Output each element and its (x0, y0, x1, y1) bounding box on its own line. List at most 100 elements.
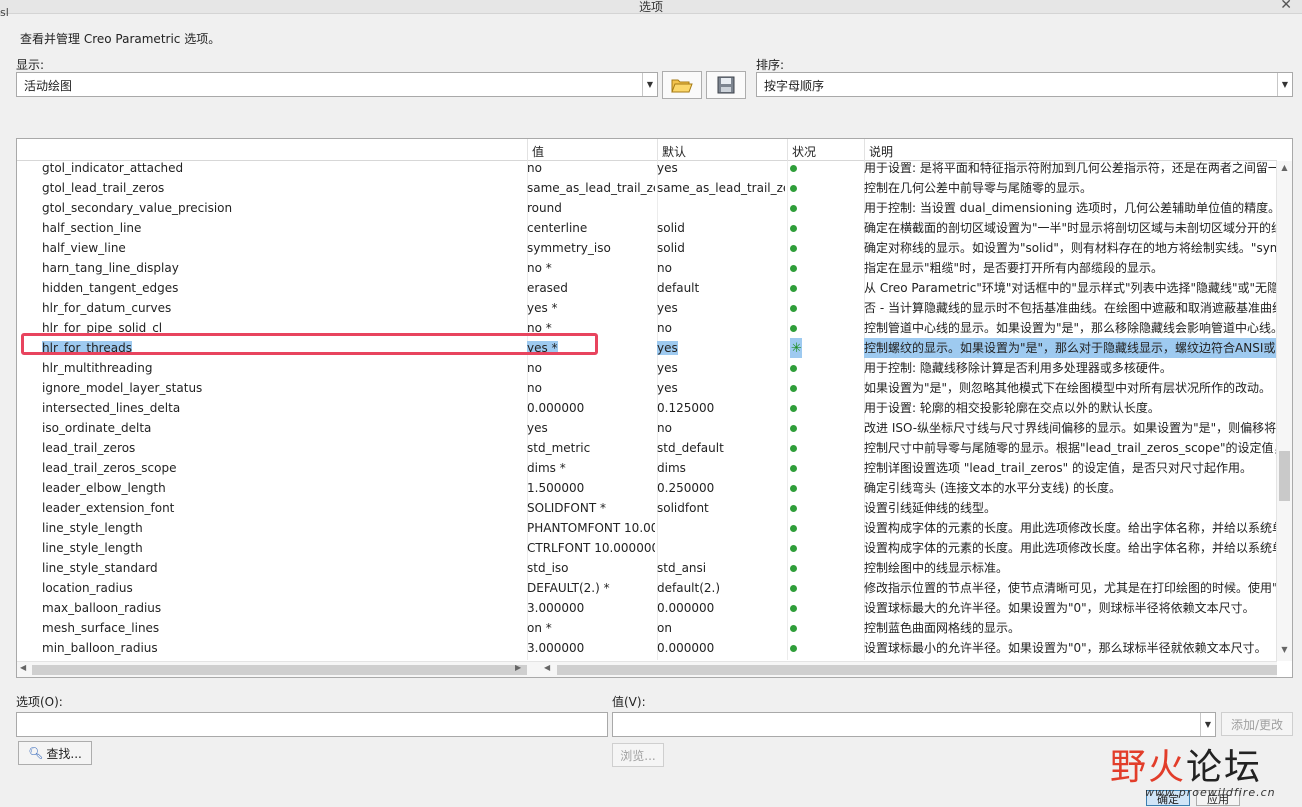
option-value-cell: DEFAULT(2.) * (527, 578, 655, 598)
option-default-cell (657, 198, 785, 218)
status-changed-icon: ✳ (791, 341, 802, 356)
table-row[interactable]: gtol_secondary_value_precision round 用于控制:… (17, 198, 1277, 218)
option-value-cell-text: no * (527, 321, 552, 335)
close-icon[interactable]: ✕ (1280, 0, 1292, 13)
option-description-cell: 用于设置: 是将平面和特征指示符附加到几何公差指示符，还是在两者之间留一 (864, 158, 1277, 178)
table-row[interactable]: harn_tang_line_display no * no 指定在显示"粗缆"时，是… (17, 258, 1277, 278)
option-name-cell: half_section_line (42, 218, 527, 238)
option-name-cell-text: half_view_line (42, 241, 126, 255)
option-value-cell: round (527, 198, 655, 218)
option-value-cell-text: yes * (527, 341, 558, 355)
table-row[interactable]: hlr_multithreading no yes 用于控制: 隐藏线移除计算是否利用… (17, 358, 1277, 378)
option-status-cell (787, 498, 859, 518)
status-dot-icon (790, 505, 797, 512)
browse-button[interactable]: 浏览... (612, 743, 664, 767)
scroll-thumb[interactable] (1279, 451, 1290, 501)
value-combo[interactable]: ▼ (612, 712, 1216, 737)
option-default-cell-text: on (657, 621, 672, 635)
table-row[interactable]: line_style_standard std_iso std_ansi 控制绘图中的… (17, 558, 1277, 578)
add-change-button[interactable]: 添加/更改 (1221, 712, 1293, 736)
option-default-cell-text: yes (657, 341, 678, 355)
scroll-thumb-left[interactable] (32, 665, 527, 675)
option-default-cell: yes (657, 298, 785, 318)
option-name-cell: lead_trail_zeros (42, 438, 527, 458)
option-default-cell-text: 0.125000 (657, 401, 715, 415)
table-row[interactable]: lead_trail_zeros std_metric std_default 控制尺… (17, 438, 1277, 458)
chevron-down-icon[interactable]: ▼ (642, 73, 657, 96)
option-description-cell: 设置球标最大的允许半径。如果设置为"0"，则球标半径将依赖文本尺寸。 (864, 598, 1277, 618)
table-row[interactable]: leader_elbow_length 1.500000 0.250000 确定引线弯… (17, 478, 1277, 498)
display-combo[interactable]: 活动绘图 ▼ (16, 72, 658, 97)
table-row[interactable]: leader_extension_font SOLIDFONT * solidfon… (17, 498, 1277, 518)
option-value-cell: on * (527, 618, 655, 638)
status-dot-icon (790, 385, 797, 392)
table-row[interactable]: line_style_length PHANTOMFONT 10.000000 设置… (17, 518, 1277, 538)
status-dot-icon (790, 365, 797, 372)
option-default-cell: 0.125000 (657, 398, 785, 418)
option-status-cell (787, 318, 859, 338)
table-row[interactable]: min_balloon_radius 3.000000 0.000000 设置球标最小… (17, 638, 1277, 658)
option-value-cell-text: centerline (527, 221, 588, 235)
table-row[interactable]: half_section_line centerline solid 确定在横截面的剖… (17, 218, 1277, 238)
chevron-down-icon[interactable]: ▼ (1277, 73, 1292, 96)
option-default-cell: default (657, 278, 785, 298)
table-row[interactable]: mesh_surface_lines on * on 控制蓝色曲面网格线的显示。 (17, 618, 1277, 638)
option-description-cell: 确定在横截面的剖切区域设置为"一半"时显示将剖切区域与未剖切区域分开的线 (864, 218, 1277, 238)
option-default-cell-text: std_default (657, 441, 724, 455)
horizontal-scrollbar[interactable]: ◀ ▶ ◀ (17, 661, 1277, 677)
table-row[interactable]: iso_ordinate_delta yes no 改进 ISO-纵坐标尺寸线与尺寸界… (17, 418, 1277, 438)
table-row[interactable]: hlr_for_datum_curves yes * yes 否 - 当计算隐藏线的显… (17, 298, 1277, 318)
table-row[interactable]: intersected_lines_delta 0.000000 0.125000 用… (17, 398, 1277, 418)
option-status-cell (787, 238, 859, 258)
option-default-cell-text: 0.250000 (657, 481, 715, 495)
option-status-cell (787, 458, 859, 478)
option-value-cell-text: std_metric (527, 441, 591, 455)
table-row[interactable]: gtol_lead_trail_zeros same_as_lead_trail_… (17, 178, 1277, 198)
option-status-cell (787, 518, 859, 538)
option-value-cell: std_iso (527, 558, 655, 578)
table-row[interactable]: ignore_model_layer_status no yes 如果设置为"是"，则… (17, 378, 1277, 398)
option-default-cell-text: same_as_lead_trail_zeros (657, 181, 785, 195)
find-button[interactable]: 🔍︎ 查找... (18, 741, 92, 765)
table-row[interactable]: hlr_for_threads yes * yes ✳ 控制螺纹的显示。如果设置为"是"… (17, 338, 1277, 358)
table-row[interactable]: gtol_indicator_attached no yes 用于设置: 是将平面和特… (17, 158, 1277, 178)
folder-open-icon (671, 79, 693, 93)
vertical-scrollbar[interactable]: ▲ ▼ (1276, 161, 1292, 661)
table-row[interactable]: line_style_length CTRLFONT 10.000000 * 设置构… (17, 538, 1277, 558)
scroll-left-icon[interactable]: ◀ (544, 663, 550, 672)
option-value-cell-text: std_iso (527, 561, 569, 575)
sort-combo[interactable]: 按字母顺序 ▼ (756, 72, 1293, 97)
option-value-cell-text: 3.000000 (527, 601, 585, 615)
table-row[interactable]: max_balloon_radius 3.000000 0.000000 设置球标最大… (17, 598, 1277, 618)
option-default-cell: yes (657, 338, 785, 358)
watermark-logo: 野火论坛 www.proewildfire.cn (1110, 738, 1275, 799)
option-description-cell: 否 - 当计算隐藏线的显示时不包括基准曲线。在绘图中遮蔽和取消遮蔽基准曲线 (864, 298, 1277, 318)
table-row[interactable]: location_radius DEFAULT(2.) * default(2.) 修… (17, 578, 1277, 598)
save-button[interactable] (706, 71, 746, 99)
option-input[interactable] (16, 712, 608, 737)
scroll-left-icon[interactable]: ◀ (20, 663, 26, 672)
option-name-cell: half_view_line (42, 238, 527, 258)
table-row[interactable]: hidden_tangent_edges erased default 从 Creo … (17, 278, 1277, 298)
option-description-cell-text: 用于控制: 当设置 dual_dimensioning 选项时，几何公差辅助单位… (864, 201, 1277, 215)
option-default-cell-text: solid (657, 221, 685, 235)
option-description-cell-text: 用于控制: 隐藏线移除计算是否利用多处理器或多核硬件。 (864, 361, 1172, 375)
scroll-up-icon[interactable]: ▲ (1277, 163, 1292, 177)
status-dot-icon (790, 225, 797, 232)
option-value-cell-text: no (527, 361, 542, 375)
option-description-cell-text: 如果设置为"是"，则忽略其他模式下在绘图模型中对所有层状况所作的改动。 (864, 381, 1272, 395)
open-folder-button[interactable] (662, 71, 702, 99)
option-value-cell: no (527, 158, 655, 178)
scroll-thumb-right[interactable] (557, 665, 1277, 675)
table-row[interactable]: lead_trail_zeros_scope dims * dims 控制详图设置选项… (17, 458, 1277, 478)
chevron-down-icon[interactable]: ▼ (1200, 713, 1215, 736)
option-default-cell: yes (657, 158, 785, 178)
table-row[interactable]: hlr_for_pipe_solid_cl no * no 控制管道中心线的显示。如果… (17, 318, 1277, 338)
option-description-cell-text: 设置球标最小的允许半径。如果设置为"0"，那么球标半径就依赖文本尺寸。 (864, 641, 1267, 655)
option-value-cell-text: 1.500000 (527, 481, 585, 495)
option-default-cell: on (657, 618, 785, 638)
scroll-right-icon[interactable]: ▶ (515, 663, 521, 672)
option-name-cell-text: hidden_tangent_edges (42, 281, 179, 295)
scroll-down-icon[interactable]: ▼ (1277, 645, 1292, 659)
table-row[interactable]: half_view_line symmetry_iso solid 确定对称线的显示。… (17, 238, 1277, 258)
